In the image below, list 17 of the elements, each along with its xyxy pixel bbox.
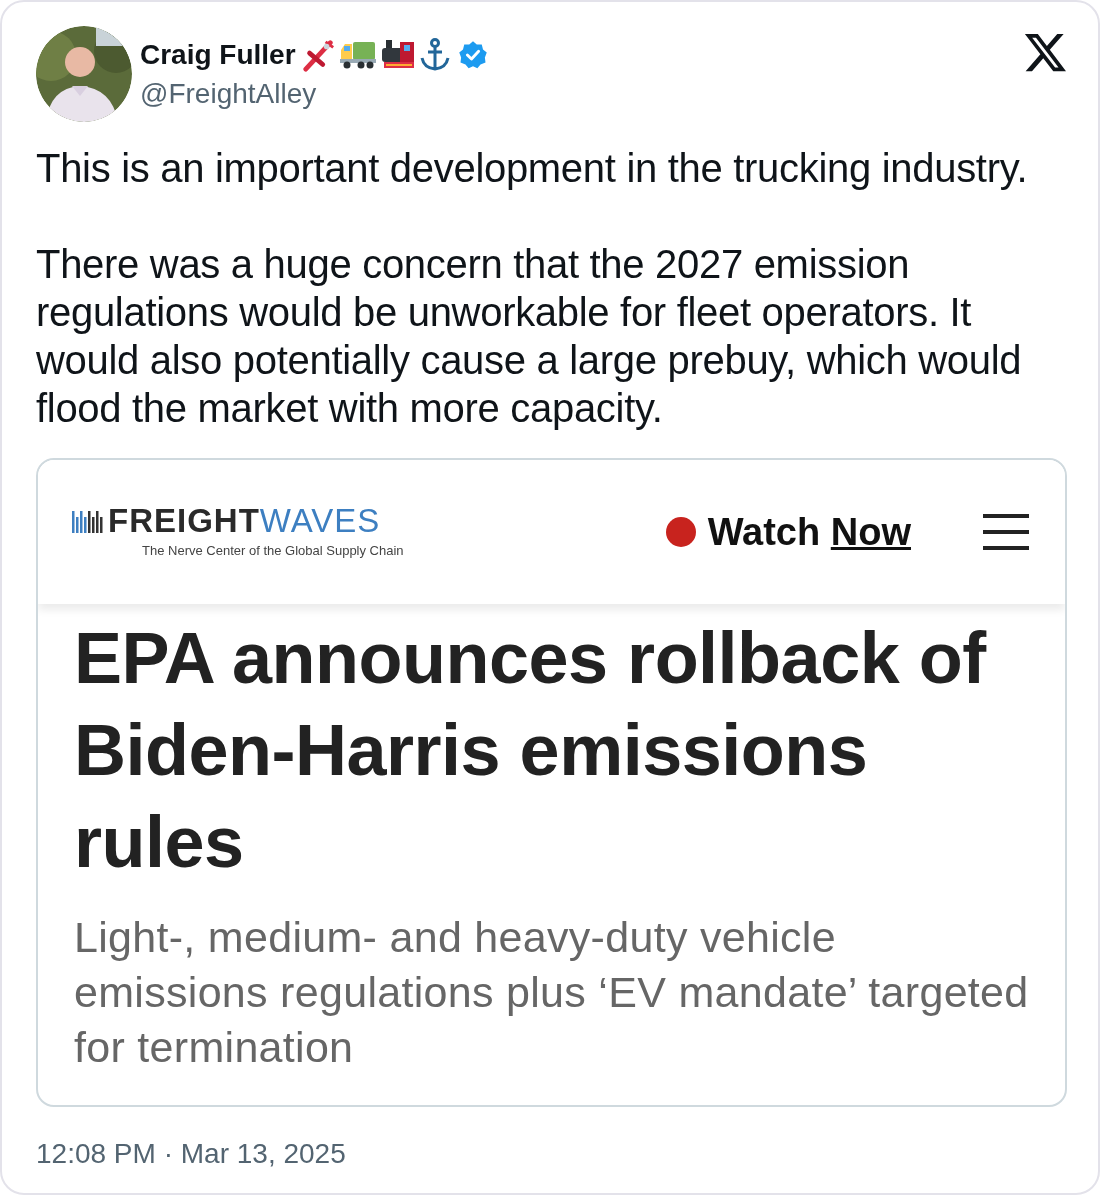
article-subheadline: Light-, medium- and heavy-duty vehicle emissions regulations plus ‘EV mandate’ targeted for termination xyxy=(73,912,1030,1073)
menu-icon[interactable] xyxy=(981,512,1031,552)
logo-wordmark: FREIGHTWAVES xyxy=(108,503,381,540)
tweet-text: This is an important development in the trucking industry. xyxy=(36,145,1029,192)
author-handle: @FreightAlley xyxy=(140,77,318,111)
watch-now-link[interactable]: Watch Now xyxy=(707,503,911,561)
logo-tagline: The Nerve Center of the Global Supply Chain xyxy=(141,542,404,561)
tweet-timestamp: 12:08 PM · Mar 13, 2025 xyxy=(36,1137,347,1171)
article-headline: EPA announces rollback of Biden-Harris emissions rules xyxy=(73,617,988,884)
author-name: Craig Fuller xyxy=(140,38,296,72)
x-logo-icon xyxy=(1024,34,1068,74)
tweet-text: There was a huge concern that the 2027 emission regulations would be unworkable for fleet operators. It would also potentially cause a large prebuy, which would flood the market with more capacity. xyxy=(36,241,1023,432)
airplane-icon xyxy=(301,38,336,72)
anchor-icon xyxy=(418,38,451,72)
article-preview[interactable] xyxy=(36,458,1067,1107)
bar-graph-icon xyxy=(72,509,104,534)
truck-icon xyxy=(338,40,377,70)
